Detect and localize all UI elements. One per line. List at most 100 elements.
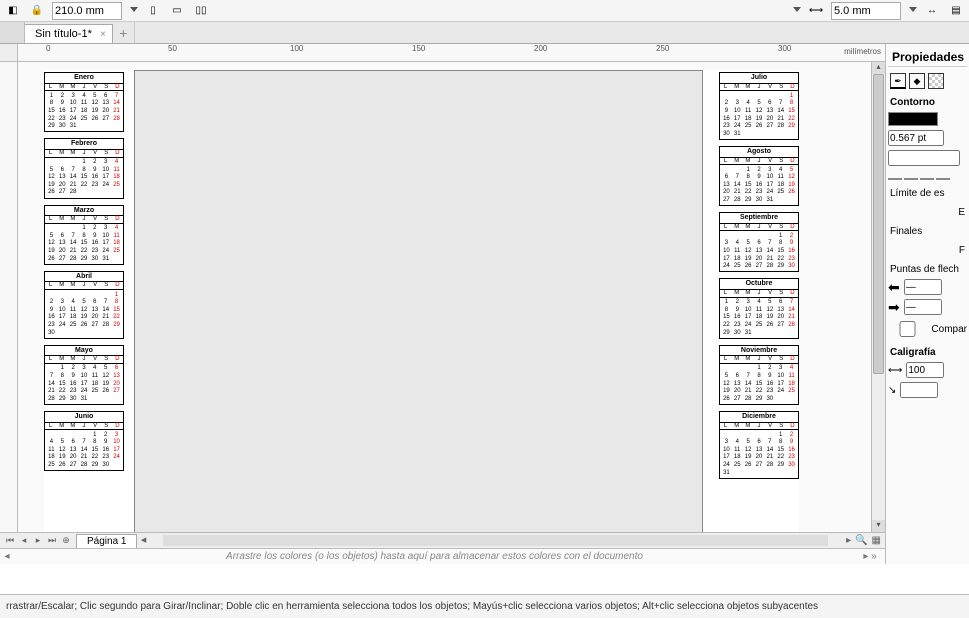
- calendar-month[interactable]: NoviembreLMMJVSD 12345678910111213141516…: [719, 345, 799, 405]
- weekday-header: LMMJVSD: [720, 224, 798, 232]
- pen-outline-icon[interactable]: ✒: [890, 73, 906, 89]
- month-title: Febrero: [45, 139, 123, 150]
- units-icon[interactable]: ⟷: [807, 2, 825, 20]
- pages-facing-icon[interactable]: ▯▯: [192, 2, 210, 20]
- horizontal-scrollbar[interactable]: [163, 535, 828, 546]
- month-grid: 1234567891011121314151617181920212223242…: [45, 430, 123, 470]
- scroll-down-icon[interactable]: ▾: [872, 520, 885, 532]
- canvas[interactable]: EneroLMMJVSD1234567891011121314151617181…: [18, 62, 871, 532]
- duplicate-distance-icon[interactable]: ↔: [923, 2, 941, 20]
- calendar-month[interactable]: MarzoLMMJVSD 123456789101112131415161718…: [44, 205, 124, 265]
- ruler-tick: 250: [656, 44, 669, 53]
- options-toolbar: ◧ 🔒 ▯ ▭ ▯▯ ⟷ ↔ ▤: [0, 0, 969, 22]
- transparency-icon[interactable]: [928, 73, 944, 89]
- orientation-landscape-icon[interactable]: ▭: [168, 2, 186, 20]
- arrow-end-select[interactable]: [904, 299, 942, 315]
- month-grid: 1234567891011121314151617181920212223242…: [45, 91, 123, 131]
- next-page-icon[interactable]: ▸: [32, 535, 44, 546]
- first-page-icon[interactable]: ⏮: [4, 535, 16, 546]
- page-tab-1[interactable]: Página 1: [76, 534, 137, 548]
- calendar-month[interactable]: SeptiembreLMMJVSD 1234567891011121314151…: [719, 212, 799, 272]
- scroll-up-icon[interactable]: ▴: [872, 62, 885, 74]
- close-icon[interactable]: ×: [100, 29, 106, 40]
- weekday-header: LMMJVSD: [720, 423, 798, 431]
- nudge-input[interactable]: [831, 2, 901, 20]
- ruler-origin[interactable]: [0, 44, 18, 62]
- lock-icon[interactable]: 🔒: [28, 2, 46, 20]
- calendar-month[interactable]: FebreroLMMJVSD 1234567891011121314151617…: [44, 138, 124, 198]
- month-grid: 1234567891011121314151617181920212223242…: [720, 91, 798, 139]
- prev-page-icon[interactable]: ◂: [18, 535, 30, 546]
- calendar-month[interactable]: JulioLMMJVSD 123456789101112131415161718…: [719, 72, 799, 140]
- calendar-month[interactable]: AbrilLMMJVSD 123456789101112131415161718…: [44, 271, 124, 339]
- calendar-month[interactable]: EneroLMMJVSD1234567891011121314151617181…: [44, 72, 124, 132]
- document-tabs: Sin título-1* × +: [0, 22, 969, 44]
- corners-label: E: [888, 201, 967, 220]
- dash-presets[interactable]: [888, 168, 967, 182]
- navigator-icon[interactable]: ▦: [872, 535, 881, 546]
- ruler-tick: 0: [46, 44, 50, 53]
- weekday-header: LMMJVSD: [720, 158, 798, 166]
- horizontal-ruler[interactable]: milímetros 050100150200250300: [18, 44, 885, 62]
- ruler-unit-label: milímetros: [844, 47, 881, 56]
- month-grid: 1234567891011121314151617181920212223242…: [45, 364, 123, 404]
- outline-width-input[interactable]: [888, 130, 944, 146]
- dropdown-icon[interactable]: [909, 7, 917, 15]
- outline-style-input[interactable]: [888, 150, 960, 166]
- calendar-month[interactable]: OctubreLMMJVSD12345678910111213141516171…: [719, 278, 799, 338]
- calligraphy-stretch-input[interactable]: [906, 362, 944, 378]
- page-left-icon[interactable]: ◧: [4, 2, 22, 20]
- ruler-tick: 50: [168, 44, 177, 53]
- page-navigator: ⏮ ◂ ▸ ⏭ ⊕ Página 1 ◂ ▸ 🔍 ▦: [0, 532, 885, 548]
- scroll-thumb[interactable]: [873, 74, 884, 374]
- weekday-header: LMMJVSD: [720, 290, 798, 298]
- month-title: Octubre: [720, 279, 798, 290]
- tab-title: Sin título-1*: [35, 28, 92, 40]
- scroll-left-icon[interactable]: ◂: [137, 533, 149, 548]
- last-page-icon[interactable]: ⏭: [46, 535, 58, 546]
- calendar-month[interactable]: AgostoLMMJVSD 12345678910111213141516171…: [719, 146, 799, 206]
- share-attributes-checkbox[interactable]: Compar: [888, 317, 967, 341]
- ruler-tick: 150: [412, 44, 425, 53]
- orientation-portrait-icon[interactable]: ▯: [144, 2, 162, 20]
- weekday-header: LMMJVSD: [45, 423, 123, 431]
- weekday-header: LMMJVSD: [45, 150, 123, 158]
- stretch-icon: ⟷: [888, 365, 902, 376]
- add-page-icon[interactable]: ⊕: [60, 535, 72, 546]
- ruler-setup-icon[interactable]: ▤: [947, 2, 965, 20]
- month-grid: 1234567891011121314151617181920212223242…: [45, 224, 123, 264]
- outline-section-label: Contorno: [888, 91, 967, 110]
- document-palette[interactable]: ◂ Arrastre los colores (o los objetos) h…: [0, 548, 885, 564]
- dropdown-icon[interactable]: [793, 7, 801, 15]
- fill-icon[interactable]: ◆: [909, 73, 925, 89]
- dropdown-icon[interactable]: [130, 7, 138, 15]
- arrow-start-select[interactable]: [904, 279, 942, 295]
- center-artboard[interactable]: [134, 70, 703, 532]
- page-width-input[interactable]: [52, 2, 122, 20]
- calendar-month[interactable]: DiciembreLMMJVSD 12345678910111213141516…: [719, 411, 799, 479]
- scroll-right-icon[interactable]: ▸: [846, 535, 851, 546]
- palette-left-icon[interactable]: ◂: [0, 551, 14, 562]
- calligraphy-label: Caligrafía: [888, 341, 967, 360]
- outline-color-swatch[interactable]: [888, 112, 938, 126]
- month-grid: 1234567891011121314151617181920212223242…: [45, 158, 123, 198]
- new-tab-button[interactable]: +: [113, 22, 135, 43]
- vertical-scrollbar[interactable]: ▴ ▾: [871, 62, 885, 532]
- document-tab-1[interactable]: Sin título-1* ×: [25, 24, 113, 43]
- calendar-month[interactable]: JunioLMMJVSD 123456789101112131415161718…: [44, 411, 124, 471]
- palette-right-icon[interactable]: ▸ »: [855, 551, 885, 562]
- arrow-end-icon: ➡: [888, 300, 900, 314]
- weekday-header: LMMJVSD: [45, 216, 123, 224]
- month-title: Agosto: [720, 147, 798, 158]
- month-title: Abril: [45, 272, 123, 283]
- calligraphy-angle-input[interactable]: [900, 382, 938, 398]
- month-grid: 1234567891011121314151617181920212223242…: [720, 165, 798, 205]
- properties-docker: Propiedades ✒ ◆ Contorno Límite de es E …: [885, 44, 969, 564]
- vertical-ruler[interactable]: [0, 62, 18, 532]
- calendar-month[interactable]: MayoLMMJVSD 1234567891011121314151617181…: [44, 345, 124, 405]
- month-title: Noviembre: [720, 346, 798, 357]
- zoom-icon[interactable]: 🔍: [855, 535, 867, 546]
- arrowheads-label: Puntas de flech: [888, 258, 967, 277]
- share-checkbox-input[interactable]: [888, 321, 927, 337]
- tab-overflow-left[interactable]: [0, 22, 25, 43]
